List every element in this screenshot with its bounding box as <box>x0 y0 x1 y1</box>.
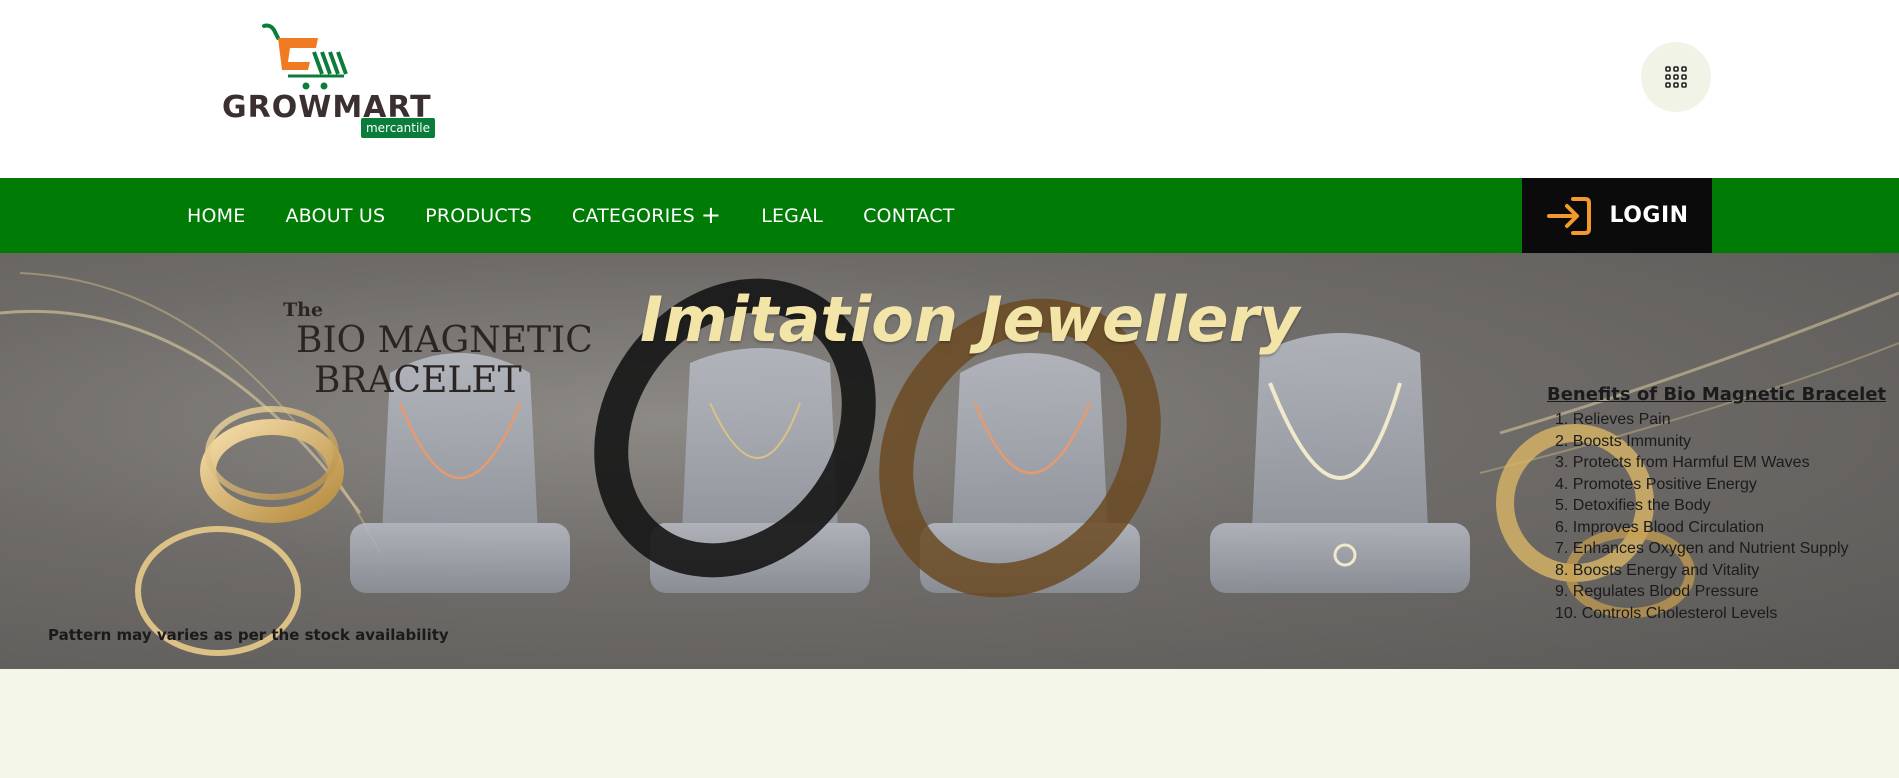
plus-icon[interactable]: + <box>701 203 721 227</box>
bio-title-line1: BIO MAGNETIC <box>296 320 593 361</box>
login-button[interactable]: LOGIN <box>1522 178 1712 253</box>
nav-item-home[interactable]: HOME <box>187 205 245 227</box>
nav-label: ABOUT US <box>285 204 386 227</box>
cart-logo-icon <box>262 23 348 90</box>
list-item: 7. Enhances Oxygen and Nutrient Supply <box>1555 540 1849 557</box>
list-item: 2. Boosts Immunity <box>1555 432 1692 450</box>
nav-label: PRODUCTS <box>425 204 532 227</box>
nav-label: CATEGORIES <box>571 204 695 227</box>
bio-title-line2: BRACELET <box>314 360 522 401</box>
list-item: 9. Regulates Blood Pressure <box>1555 583 1759 600</box>
stock-note: Pattern may varies as per the stock avai… <box>48 626 449 644</box>
nav-item-legal[interactable]: LEGAL <box>761 205 823 227</box>
bio-magnetic-title: BIO MAGNETIC BRACELET <box>296 321 593 401</box>
benefits-list: 1. Relieves Pain 2. Boosts Immunity 3. P… <box>1547 409 1887 624</box>
brand-tagline: mercantile <box>361 118 435 138</box>
hero-banner[interactable]: The BIO MAGNETIC BRACELET Imitation Jewe… <box>0 253 1899 669</box>
list-item: 6. Improves Blood Circulation <box>1555 518 1764 536</box>
bio-the-label: The <box>283 299 324 321</box>
benefits-title: Benefits of Bio Magnetic Bracelet <box>1547 384 1887 405</box>
menu-grid-button[interactable] <box>1641 42 1711 112</box>
brand-logo[interactable]: GROWMART mercantile <box>218 22 438 142</box>
nav-item-products[interactable]: PRODUCTS <box>425 205 532 227</box>
login-label: LOGIN <box>1609 203 1689 228</box>
site-header: GROWMART mercantile <box>0 0 1899 178</box>
nav-item-about-us[interactable]: ABOUT US <box>285 205 385 227</box>
hero-title: Imitation Jewellery <box>640 283 1300 356</box>
list-item: 1. Relieves Pain <box>1555 411 1671 428</box>
content-area <box>0 669 1899 778</box>
benefits-panel: Benefits of Bio Magnetic Bracelet 1. Rel… <box>1547 384 1887 624</box>
sign-in-icon <box>1547 196 1592 235</box>
nav-label: HOME <box>187 204 246 227</box>
list-item: 5. Detoxifies the Body <box>1555 497 1711 514</box>
list-item: 8. Boosts Energy and Vitality <box>1555 561 1760 579</box>
nav-item-categories[interactable]: CATEGORIES + <box>571 203 721 227</box>
grid-icon <box>1665 66 1687 88</box>
list-item: 4. Promotes Positive Energy <box>1555 475 1757 493</box>
nav-label: LEGAL <box>761 204 824 227</box>
nav-label: CONTACT <box>863 204 955 227</box>
nav-list: HOME ABOUT US PRODUCTS CATEGORIES + LEGAL… <box>187 178 955 253</box>
nav-item-contact[interactable]: CONTACT <box>863 205 955 227</box>
list-item: 3. Protects from Harmful EM Waves <box>1555 454 1810 471</box>
list-item: 10. Controls Cholesterol Levels <box>1555 604 1778 622</box>
